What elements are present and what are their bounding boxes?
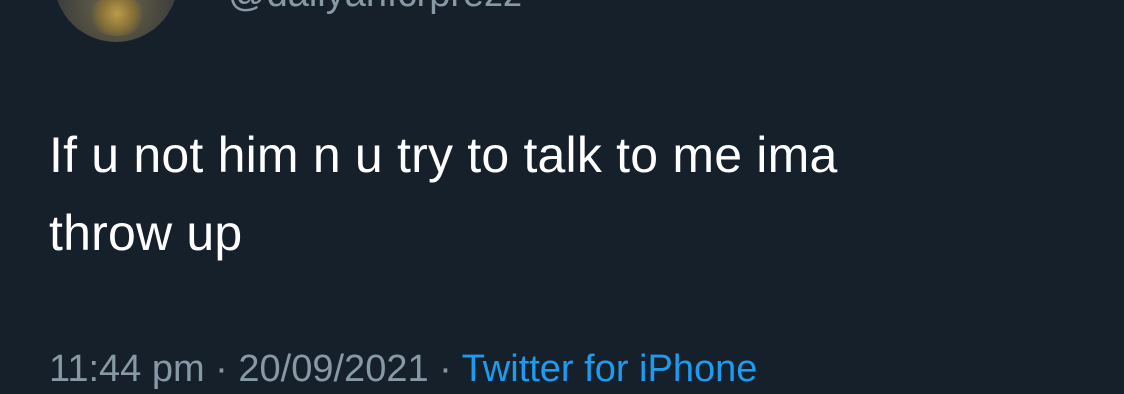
user-handle[interactable]: @dailyanfcrprezz bbox=[228, 0, 522, 13]
tweet-date[interactable]: 20/09/2021 bbox=[238, 348, 428, 390]
avatar-image bbox=[88, 0, 146, 36]
tweet-time[interactable]: 11:44 pm bbox=[49, 348, 205, 390]
tweet-card: @dailyanfcrprezz If u not him n u try to… bbox=[0, 0, 1124, 390]
meta-separator: · bbox=[428, 348, 462, 390]
tweet-source-link[interactable]: Twitter for iPhone bbox=[462, 348, 758, 390]
avatar[interactable] bbox=[54, 0, 178, 42]
tweet-text-line: If u not him n u try to talk to me ima bbox=[49, 127, 838, 183]
tweet-text: If u not him n u try to talk to me ima t… bbox=[49, 116, 1079, 272]
tweet-text-line: throw up bbox=[49, 205, 243, 261]
meta-separator: · bbox=[204, 348, 239, 390]
tweet-meta: 11:44 pm · 20/09/2021 · Twitter for iPho… bbox=[49, 344, 757, 394]
